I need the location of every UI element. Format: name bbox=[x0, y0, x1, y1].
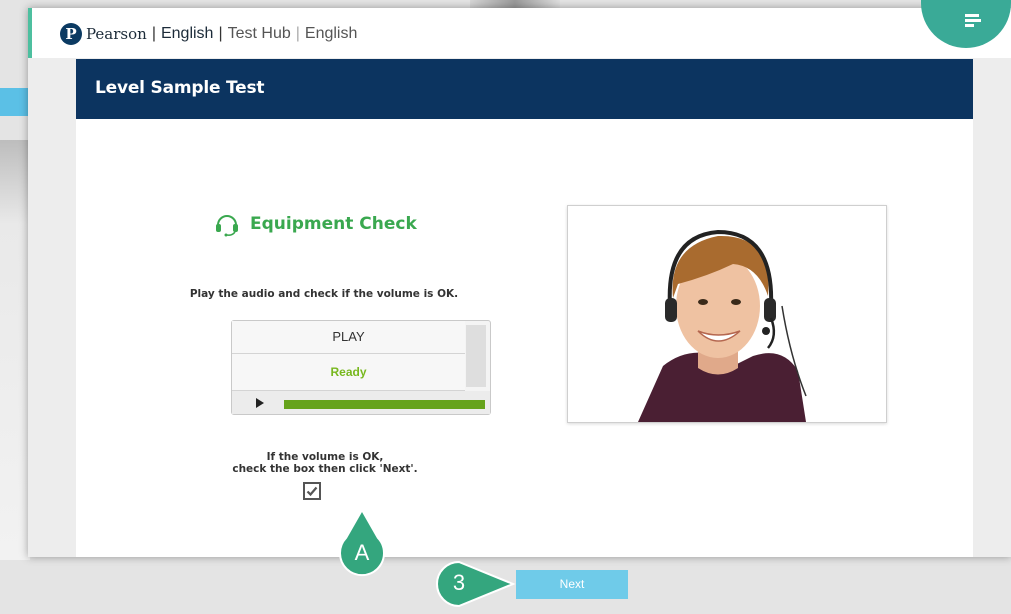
player-status: Ready bbox=[232, 354, 465, 391]
equipment-check-heading: Equipment Check bbox=[214, 211, 417, 237]
top-navigation-bar: P Pearson | English | Test Hub | English bbox=[28, 0, 1011, 58]
player-scrollbar[interactable] bbox=[466, 325, 486, 387]
menu-icon bbox=[965, 14, 981, 28]
confirm-instruction: If the volume is OK, check the box then … bbox=[202, 451, 448, 475]
audio-progress-bar[interactable] bbox=[284, 400, 485, 409]
panel-header: Level Sample Test bbox=[76, 59, 973, 119]
volume-ok-checkbox[interactable] bbox=[303, 482, 321, 500]
confirm-line-1: If the volume is OK, bbox=[266, 451, 384, 463]
player-controls bbox=[232, 391, 490, 414]
annotation-callout-a: A bbox=[338, 507, 394, 582]
test-hub-window: P Pearson | English | Test Hub | English… bbox=[28, 0, 1011, 608]
next-button[interactable]: Next bbox=[516, 570, 628, 599]
play-button[interactable]: PLAY bbox=[232, 321, 465, 354]
breadcrumb-separator: | bbox=[218, 25, 223, 42]
brand-breadcrumb: P Pearson | English | Test Hub | English bbox=[60, 22, 357, 46]
confirm-line-2: check the box then click 'Next'. bbox=[232, 463, 418, 475]
menu-button[interactable] bbox=[921, 0, 1011, 48]
equipment-check-title: Equipment Check bbox=[250, 214, 417, 234]
product-name: English bbox=[160, 25, 214, 42]
background-window-panel bbox=[0, 140, 30, 560]
callout-a-label: A bbox=[354, 540, 370, 565]
breadcrumb-separator: | bbox=[295, 25, 300, 42]
background-window-strip bbox=[0, 88, 30, 116]
audio-player: PLAY Ready bbox=[231, 320, 491, 415]
headset-user-photo bbox=[567, 205, 887, 423]
app-name[interactable]: Test Hub bbox=[228, 25, 291, 43]
language-label[interactable]: English bbox=[305, 25, 357, 43]
test-panel: Level Sample Test Equipment Check Play t… bbox=[76, 59, 973, 608]
pearson-logo-icon: P bbox=[60, 23, 82, 45]
callout-3-label: 3 bbox=[452, 570, 466, 595]
page-title: Level Sample Test bbox=[95, 78, 265, 98]
play-icon[interactable] bbox=[256, 398, 264, 408]
annotation-callout-3: 3 bbox=[431, 560, 521, 610]
brand-name: Pearson bbox=[86, 25, 147, 43]
checkmark-icon bbox=[306, 486, 318, 497]
headset-icon bbox=[216, 215, 238, 237]
breadcrumb-separator: | bbox=[151, 25, 156, 42]
person-with-headset-image bbox=[638, 229, 807, 422]
instruction-text: Play the audio and check if the volume i… bbox=[189, 288, 459, 300]
